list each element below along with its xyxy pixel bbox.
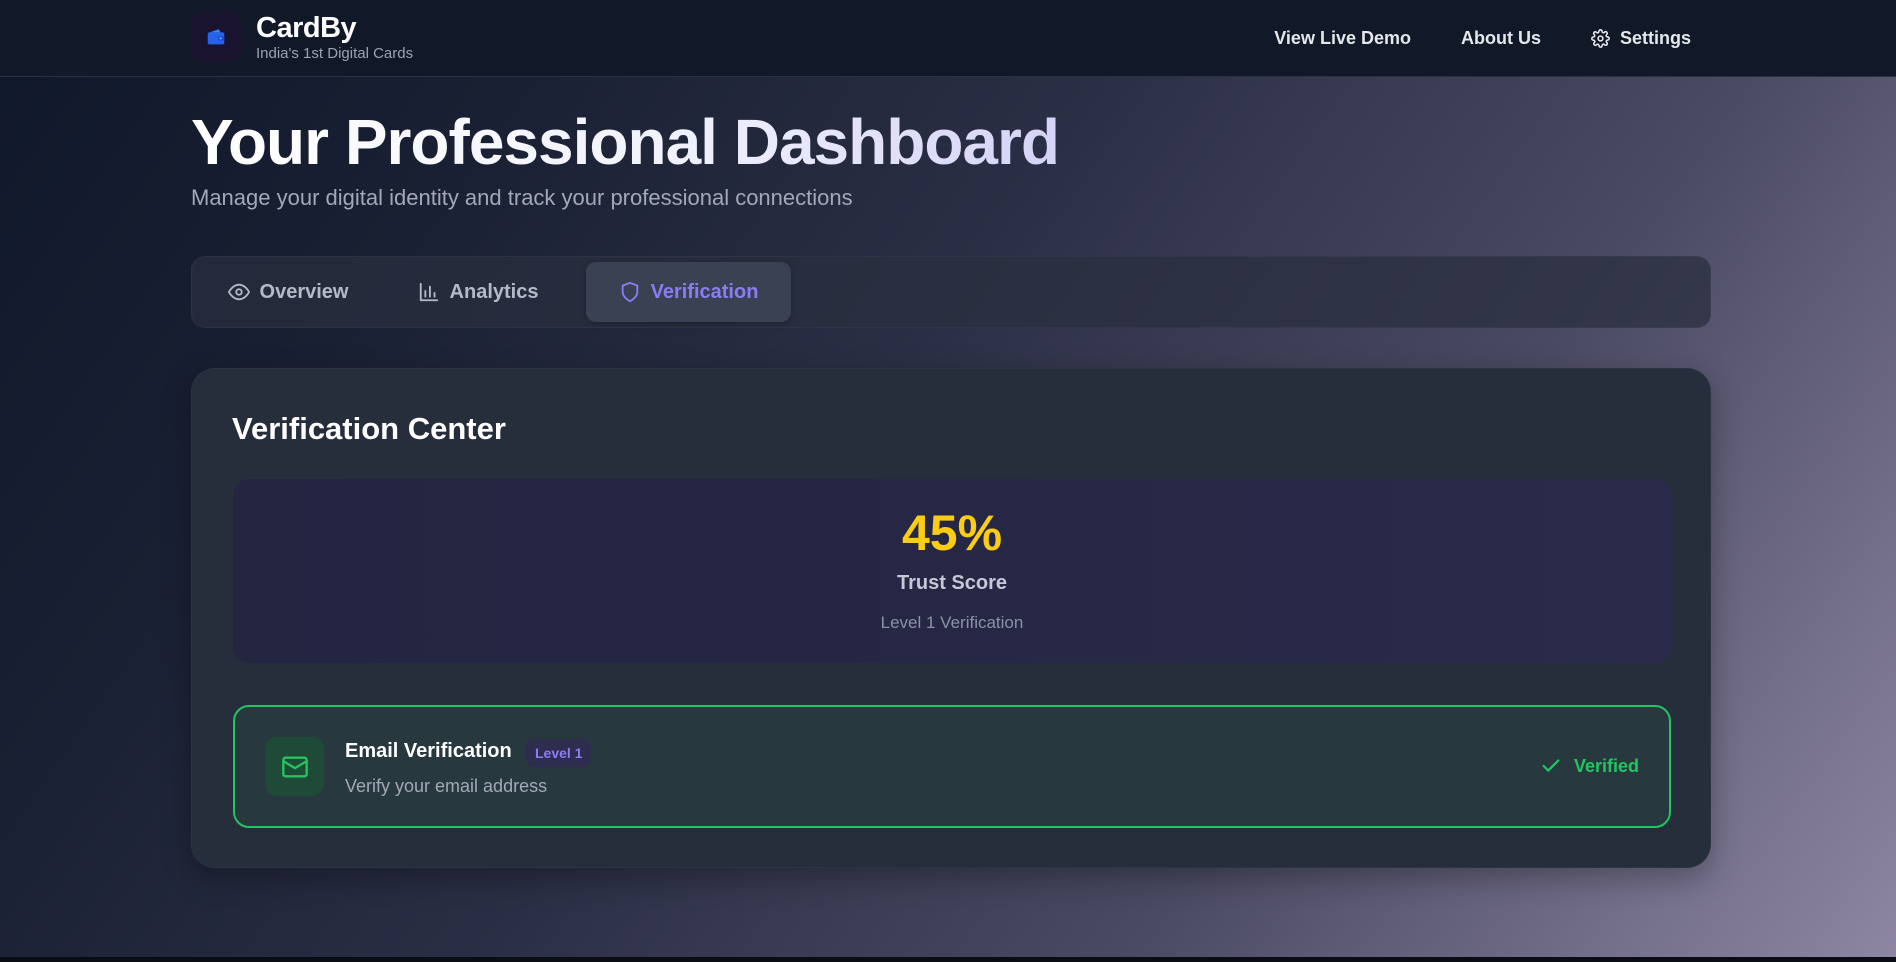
check-icon [1540, 755, 1562, 777]
level-badge: Level 1 [526, 739, 592, 767]
trust-score-label: Trust Score [896, 572, 1008, 594]
tab-analytics[interactable]: Analytics [388, 262, 568, 322]
tab-verification[interactable]: Verification [586, 262, 791, 322]
trust-score-value: 45% [901, 505, 1003, 561]
verification-description: Verify your email address [345, 776, 548, 796]
bar-chart-icon [418, 281, 440, 303]
tab-overview[interactable]: Overview [208, 262, 368, 322]
view-live-demo-link[interactable]: View Live Demo [1274, 28, 1411, 49]
page-title: Your Professional Dashboard [191, 106, 1060, 178]
brand-name: CardBy [256, 12, 357, 44]
eye-icon [227, 281, 250, 303]
tab-label: Overview [259, 280, 349, 303]
email-verification-item[interactable]: Email Verification Level 1 Verify your e… [233, 705, 1671, 828]
nav-label: View Live Demo [1274, 28, 1411, 48]
main-nav: View Live Demo About Us Settings [1224, 0, 1691, 77]
status-label: Verified [1573, 755, 1639, 776]
brand[interactable]: CardBy India's 1st Digital Cards [191, 12, 413, 62]
shield-icon [619, 281, 641, 303]
wallet-icon [191, 12, 241, 62]
settings-link[interactable]: Settings [1591, 28, 1691, 49]
bottom-edge [0, 957, 1896, 962]
verified-status: Verified [1540, 755, 1639, 777]
dashboard-tabs: Overview Analytics Verification [191, 256, 1711, 328]
trust-score-panel: 45% Trust Score Level 1 Verification [233, 479, 1671, 663]
tab-label: Analytics [449, 280, 539, 303]
tab-label: Verification [650, 280, 759, 303]
top-navbar: CardBy India's 1st Digital Cards View Li… [0, 0, 1896, 77]
about-us-link[interactable]: About Us [1461, 28, 1541, 49]
trust-level-text: Level 1 Verification [880, 613, 1024, 632]
mail-icon [265, 737, 324, 796]
verification-title: Email Verification [345, 740, 512, 762]
verification-center-card: Verification Center 45% Trust Score Leve… [191, 368, 1711, 868]
brand-tagline: India's 1st Digital Cards [256, 45, 414, 62]
nav-label: Settings [1619, 28, 1691, 48]
gear-icon [1591, 29, 1610, 48]
page-subtitle: Manage your digital identity and track y… [191, 185, 853, 210]
section-title: Verification Center [232, 411, 506, 446]
nav-label: About Us [1460, 28, 1541, 48]
